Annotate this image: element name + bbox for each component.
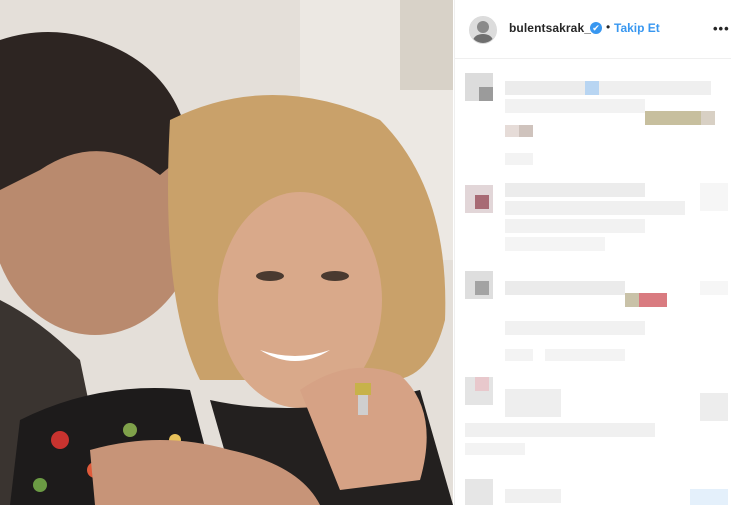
pixelated-text — [505, 99, 645, 113]
pixelated-text — [465, 423, 655, 437]
pixelated-text — [505, 489, 561, 503]
pixelated-text — [625, 293, 639, 307]
pixelated-text — [645, 111, 701, 125]
pixelated-text — [700, 281, 728, 295]
pixelated-text — [519, 125, 533, 137]
comments-area-pixelated — [455, 59, 731, 505]
pixelated-text — [505, 81, 585, 95]
pixelated-avatar — [475, 195, 489, 209]
pixelated-text — [700, 183, 728, 211]
pixelated-text — [585, 81, 599, 95]
pixelated-text — [505, 349, 533, 361]
post-photo[interactable] — [0, 0, 453, 505]
username-link[interactable]: bulentsakrak_ — [509, 21, 591, 35]
avatar[interactable] — [469, 16, 497, 44]
pixelated-avatar — [479, 87, 493, 101]
pixelated-text — [639, 293, 667, 307]
separator-dot: • — [606, 20, 611, 34]
post-photo-image — [0, 0, 453, 505]
pixelated-text — [505, 281, 625, 295]
post-sidebar: bulentsakrak_ ✔ • Takip Et ••• — [454, 0, 731, 505]
avatar-icon — [470, 17, 496, 43]
pixelated-text — [701, 111, 715, 125]
pixelated-text — [505, 201, 685, 215]
pixelated-text — [599, 81, 711, 95]
pixelated-text — [545, 349, 625, 361]
pixelated-text — [505, 125, 519, 137]
pixelated-text — [505, 389, 561, 417]
pixelated-text — [505, 219, 645, 233]
pixelated-text — [505, 321, 645, 335]
pixelated-text — [465, 443, 525, 455]
pixelated-avatar — [475, 377, 489, 391]
pixelated-text — [700, 393, 728, 421]
follow-button[interactable]: Takip Et — [614, 21, 660, 35]
pixelated-avatar — [465, 479, 493, 505]
pixelated-avatar — [475, 281, 489, 295]
pixelated-text — [690, 489, 728, 505]
pixelated-text — [505, 153, 533, 165]
post-header: bulentsakrak_ ✔ • Takip Et ••• — [455, 0, 731, 59]
more-options-icon[interactable]: ••• — [713, 21, 730, 36]
verified-badge-icon: ✔ — [590, 22, 602, 34]
pixelated-text — [505, 183, 645, 197]
pixelated-text — [505, 237, 605, 251]
